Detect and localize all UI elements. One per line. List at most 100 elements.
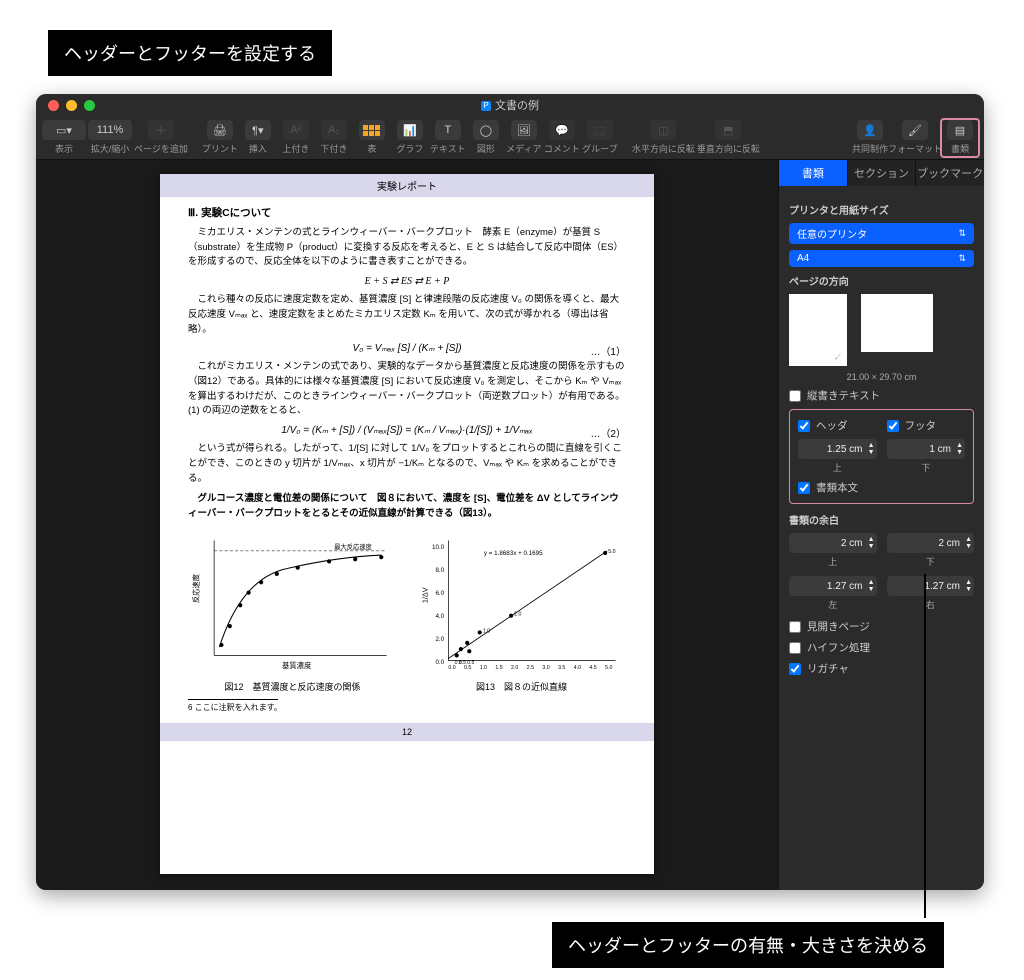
- superscript-button: A²上付き: [278, 119, 314, 157]
- section-title: ページの方向: [789, 273, 974, 288]
- header-distance-stepper[interactable]: 1.25 cm▲▼: [798, 439, 877, 459]
- paper-select[interactable]: A4⇅: [789, 250, 974, 267]
- app-window: P文書の例 ▭▾表示 111%拡大/縮小 ＋ページを追加 🖨プリント ¶▾挿入 …: [36, 94, 984, 890]
- svg-text:2.0: 2.0: [435, 636, 444, 643]
- svg-text:0.5: 0.5: [464, 665, 471, 671]
- margin-bottom-stepper[interactable]: 2 cm▲▼: [887, 533, 975, 553]
- header-checkbox[interactable]: ヘッダ: [798, 418, 877, 433]
- figure-caption: 図13 図８の近似直線: [476, 680, 567, 693]
- chevron-updown-icon: ⇅: [958, 228, 966, 239]
- svg-text:1/ΔV: 1/ΔV: [420, 587, 429, 603]
- footnote: 6 ここに注釈を入れます。: [188, 702, 626, 713]
- view-button[interactable]: ▭▾表示: [42, 119, 86, 157]
- zoom-button[interactable]: 111%拡大/縮小: [88, 119, 132, 157]
- body-text: これがミカエリス・メンテンの式であり、実験的なデータから基質濃度と反応速度の関係…: [188, 360, 626, 419]
- table-button[interactable]: 表: [354, 119, 390, 157]
- svg-text:3.5: 3.5: [558, 665, 565, 671]
- vertical-text-checkbox[interactable]: 縦書きテキスト: [789, 388, 974, 403]
- body-text: ミカエリス・メンテンの式とラインウィーバー・バークプロット 酵素 E（enzym…: [188, 226, 626, 270]
- annotation-top: ヘッダーとフッターを設定する: [48, 30, 332, 76]
- svg-text:1.5: 1.5: [495, 665, 502, 671]
- svg-text:2.5: 2.5: [527, 665, 534, 671]
- svg-text:5.0: 5.0: [605, 665, 612, 671]
- format-button[interactable]: 🖌フォーマット: [888, 119, 942, 157]
- svg-text:反応速度: 反応速度: [191, 573, 200, 603]
- equation: E + S ⇄ ES ⇄ E + P: [188, 276, 626, 287]
- hyphenation-checkbox[interactable]: ハイフン処理: [789, 640, 974, 655]
- section-title: プリンタと用紙サイズ: [789, 202, 974, 217]
- text-button[interactable]: Tテキスト: [430, 119, 466, 157]
- svg-text:y = 1.8683x + 0.1695: y = 1.8683x + 0.1695: [484, 550, 543, 557]
- inspector-tabs: 書類 セクション ブックマーク: [779, 160, 984, 186]
- svg-text:1.0: 1.0: [480, 665, 487, 671]
- svg-text:3.0: 3.0: [542, 665, 549, 671]
- svg-text:2.0: 2.0: [514, 611, 521, 617]
- subscript-button: A₂下付き: [316, 119, 352, 157]
- svg-text:8.0: 8.0: [435, 567, 444, 574]
- svg-text:0.5: 0.5: [467, 660, 474, 666]
- page-dimensions: 21.00 × 29.70 cm: [789, 372, 974, 382]
- comment-button: 💬コメント: [544, 119, 580, 157]
- svg-text:0.0: 0.0: [448, 665, 455, 671]
- tab-section[interactable]: セクション: [848, 160, 917, 186]
- body-text: という式が得られる。したがって、1/[S] に対して 1/V₀ をプロットすると…: [188, 442, 626, 486]
- page-footer: 12: [160, 723, 654, 741]
- print-button[interactable]: 🖨プリント: [202, 119, 238, 157]
- tab-document[interactable]: 書類: [779, 160, 848, 186]
- header-footer-group: ヘッダ フッタ 1.25 cm▲▼ 上 1 cm▲▼ 下 書類本文: [789, 409, 974, 504]
- check-icon: ✓: [833, 350, 843, 364]
- svg-text:最大反応速度: 最大反応速度: [334, 542, 372, 551]
- inspector-panel: 書類 セクション ブックマーク プリンタと用紙サイズ 任意のプリンタ⇅ A4⇅ …: [778, 160, 984, 890]
- svg-text:4.0: 4.0: [574, 665, 581, 671]
- svg-text:基質濃度: 基質濃度: [282, 661, 312, 670]
- chart-button[interactable]: 📊グラフ: [392, 119, 428, 157]
- svg-text:10.0: 10.0: [432, 544, 445, 551]
- collab-button[interactable]: 👤共同制作: [852, 119, 888, 157]
- equation: 1/V₀ = (Kₘ + [S]) / (Vₘₐₓ[S]) = (Kₘ / Vₘ…: [188, 425, 626, 436]
- document-canvas[interactable]: 実験レポート Ⅲ. 実験Cについて ミカエリス・メンテンの式とラインウィーバー・…: [36, 160, 778, 890]
- svg-text:1.0: 1.0: [483, 628, 490, 634]
- margin-right-stepper[interactable]: 1.27 cm▲▼: [887, 576, 975, 596]
- add-page-button: ＋ページを追加: [134, 119, 188, 157]
- toolbar: ▭▾表示 111%拡大/縮小 ＋ページを追加 🖨プリント ¶▾挿入 A²上付き …: [36, 116, 984, 160]
- svg-text:5.0: 5.0: [608, 549, 615, 555]
- footer-distance-stepper[interactable]: 1 cm▲▼: [887, 439, 966, 459]
- shape-button[interactable]: ◯図形: [468, 119, 504, 157]
- media-button[interactable]: 🖼メディア: [506, 119, 542, 157]
- chevron-updown-icon: ⇅: [958, 253, 966, 264]
- equation: V₀ = Vₘₐₓ [S] / (Kₘ + [S])…（1）: [188, 343, 626, 354]
- document-body-checkbox[interactable]: 書類本文: [798, 480, 965, 495]
- flip-v-button: ⬒垂直方向に反転: [697, 119, 760, 157]
- flip-h-button: ◫水平方向に反転: [632, 119, 695, 157]
- margin-top-stepper[interactable]: 2 cm▲▼: [789, 533, 877, 553]
- facing-pages-checkbox[interactable]: 見開きページ: [789, 619, 974, 634]
- ligature-checkbox[interactable]: リガチャ: [789, 661, 974, 676]
- svg-text:0.5: 0.5: [459, 660, 466, 666]
- footer-checkbox[interactable]: フッタ: [887, 418, 966, 433]
- orientation-landscape[interactable]: [861, 294, 933, 352]
- svg-text:0.0: 0.0: [435, 659, 444, 666]
- figure-13: 10.0 8.0 6.0 4.0 2.0 0.0 0.0 0.5 1.0 1.5 2…: [417, 530, 626, 693]
- printer-select[interactable]: 任意のプリンタ⇅: [789, 223, 974, 244]
- annotation-bottom: ヘッダーとフッターの有無・大きさを決める: [552, 922, 944, 968]
- orientation-portrait[interactable]: ✓: [789, 294, 847, 366]
- figure-caption: 図12 基質濃度と反応速度の関係: [224, 680, 360, 693]
- page: 実験レポート Ⅲ. 実験Cについて ミカエリス・メンテンの式とラインウィーバー・…: [160, 174, 654, 874]
- svg-text:4.5: 4.5: [589, 665, 596, 671]
- titlebar: P文書の例: [36, 94, 984, 116]
- body-text: グルコース濃度と電位差の関係について 図８において、濃度を [S]、電位差を Δ…: [188, 492, 626, 521]
- document-button[interactable]: ▤書類: [942, 119, 978, 157]
- annotation-leader: [924, 574, 926, 918]
- svg-text:6.0: 6.0: [435, 590, 444, 597]
- window-title: P文書の例: [36, 97, 984, 113]
- insert-button[interactable]: ¶▾挿入: [240, 119, 276, 157]
- tab-bookmark[interactable]: ブックマーク: [916, 160, 984, 186]
- group-button: ⬚グループ: [582, 119, 618, 157]
- page-header: 実験レポート: [160, 174, 654, 197]
- svg-text:2.0: 2.0: [511, 665, 518, 671]
- margin-left-stepper[interactable]: 1.27 cm▲▼: [789, 576, 877, 596]
- figure-12: 最大反応速度 反応速度 基質濃度 図12 基質濃度と反応速度の関係: [188, 530, 397, 693]
- body-text: これら種々の反応に速度定数を定め、基質濃度 [S] と律速段階の反応速度 V₀ …: [188, 293, 626, 337]
- section-title: 書類の余白: [789, 512, 974, 527]
- heading: Ⅲ. 実験Cについて: [188, 205, 626, 220]
